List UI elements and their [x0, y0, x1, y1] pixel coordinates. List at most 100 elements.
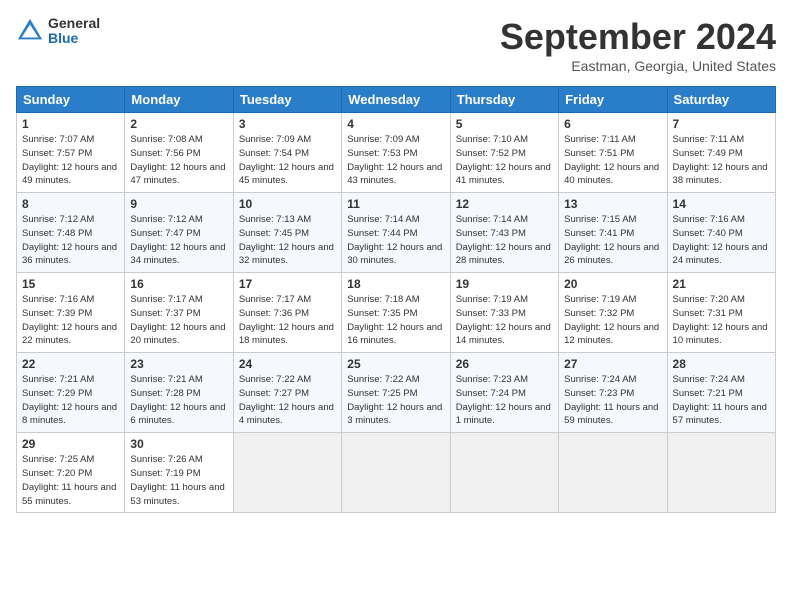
day-number: 25 — [347, 357, 444, 371]
table-row: 4 Sunrise: 7:09 AMSunset: 7:53 PMDaylight… — [342, 113, 450, 193]
table-row: 8 Sunrise: 7:12 AMSunset: 7:48 PMDaylight… — [17, 193, 125, 273]
day-number: 26 — [456, 357, 553, 371]
cell-content: Sunrise: 7:19 AMSunset: 7:33 PMDaylight:… — [456, 293, 553, 348]
day-number: 10 — [239, 197, 336, 211]
table-row: 29 Sunrise: 7:25 AMSunset: 7:20 PMDayligh… — [17, 433, 125, 513]
table-row: 22 Sunrise: 7:21 AMSunset: 7:29 PMDayligh… — [17, 353, 125, 433]
table-row: 13 Sunrise: 7:15 AMSunset: 7:41 PMDayligh… — [559, 193, 667, 273]
table-row — [450, 433, 558, 513]
cell-content: Sunrise: 7:24 AMSunset: 7:23 PMDaylight:… — [564, 373, 661, 428]
logo-blue-text: Blue — [48, 31, 100, 46]
table-row: 12 Sunrise: 7:14 AMSunset: 7:43 PMDayligh… — [450, 193, 558, 273]
calendar-header-row: Sunday Monday Tuesday Wednesday Thursday… — [17, 87, 776, 113]
logo-icon — [16, 17, 44, 45]
col-wednesday: Wednesday — [342, 87, 450, 113]
col-thursday: Thursday — [450, 87, 558, 113]
table-row: 28 Sunrise: 7:24 AMSunset: 7:21 PMDayligh… — [667, 353, 775, 433]
table-row: 7Sunrise: 7:11 AMSunset: 7:49 PMDaylight… — [667, 113, 775, 193]
day-number: 16 — [130, 277, 227, 291]
calendar-week-row: 29 Sunrise: 7:25 AMSunset: 7:20 PMDayligh… — [17, 433, 776, 513]
cell-content: Sunrise: 7:17 AMSunset: 7:37 PMDaylight:… — [130, 293, 227, 348]
location: Eastman, Georgia, United States — [500, 58, 776, 74]
col-saturday: Saturday — [667, 87, 775, 113]
cell-content: Sunrise: 7:11 AMSunset: 7:49 PMDaylight:… — [673, 133, 770, 188]
day-number: 4 — [347, 117, 444, 131]
day-number: 14 — [673, 197, 770, 211]
cell-content: Sunrise: 7:11 AMSunset: 7:51 PMDaylight:… — [564, 133, 661, 188]
day-number: 19 — [456, 277, 553, 291]
table-row: 26 Sunrise: 7:23 AMSunset: 7:24 PMDayligh… — [450, 353, 558, 433]
day-number: 12 — [456, 197, 553, 211]
logo: General Blue — [16, 16, 100, 47]
table-row: 30 Sunrise: 7:26 AMSunset: 7:19 PMDayligh… — [125, 433, 233, 513]
cell-content: Sunrise: 7:09 AMSunset: 7:53 PMDaylight:… — [347, 133, 444, 188]
calendar-table: Sunday Monday Tuesday Wednesday Thursday… — [16, 86, 776, 513]
day-number: 9 — [130, 197, 227, 211]
calendar-week-row: 15 Sunrise: 7:16 AMSunset: 7:39 PMDayligh… — [17, 273, 776, 353]
month-title: September 2024 — [500, 16, 776, 58]
table-row — [233, 433, 341, 513]
table-row: 23Sunrise: 7:21 AMSunset: 7:28 PMDayligh… — [125, 353, 233, 433]
table-row: 24Sunrise: 7:22 AMSunset: 7:27 PMDayligh… — [233, 353, 341, 433]
cell-content: Sunrise: 7:15 AMSunset: 7:41 PMDaylight:… — [564, 213, 661, 268]
cell-content: Sunrise: 7:26 AMSunset: 7:19 PMDaylight:… — [130, 453, 227, 508]
col-monday: Monday — [125, 87, 233, 113]
page-header: General Blue September 2024 Eastman, Geo… — [16, 16, 776, 74]
cell-content: Sunrise: 7:19 AMSunset: 7:32 PMDaylight:… — [564, 293, 661, 348]
day-number: 8 — [22, 197, 119, 211]
day-number: 20 — [564, 277, 661, 291]
day-number: 15 — [22, 277, 119, 291]
cell-content: Sunrise: 7:12 AMSunset: 7:48 PMDaylight:… — [22, 213, 119, 268]
cell-content: Sunrise: 7:10 AMSunset: 7:52 PMDaylight:… — [456, 133, 553, 188]
cell-content: Sunrise: 7:23 AMSunset: 7:24 PMDaylight:… — [456, 373, 553, 428]
col-sunday: Sunday — [17, 87, 125, 113]
table-row: 16 Sunrise: 7:17 AMSunset: 7:37 PMDayligh… — [125, 273, 233, 353]
cell-content: Sunrise: 7:07 AMSunset: 7:57 PMDaylight:… — [22, 133, 119, 188]
table-row: 10 Sunrise: 7:13 AMSunset: 7:45 PMDayligh… — [233, 193, 341, 273]
table-row: 20 Sunrise: 7:19 AMSunset: 7:32 PMDayligh… — [559, 273, 667, 353]
table-row: 18Sunrise: 7:18 AMSunset: 7:35 PMDayligh… — [342, 273, 450, 353]
day-number: 2 — [130, 117, 227, 131]
logo-general: General — [48, 16, 100, 31]
day-number: 30 — [130, 437, 227, 451]
day-number: 6 — [564, 117, 661, 131]
day-number: 28 — [673, 357, 770, 371]
cell-content: Sunrise: 7:21 AMSunset: 7:29 PMDaylight:… — [22, 373, 119, 428]
day-number: 22 — [22, 357, 119, 371]
cell-content: Sunrise: 7:08 AMSunset: 7:56 PMDaylight:… — [130, 133, 227, 188]
cell-content: Sunrise: 7:13 AMSunset: 7:45 PMDaylight:… — [239, 213, 336, 268]
day-number: 27 — [564, 357, 661, 371]
calendar-week-row: 1 Sunrise: 7:07 AMSunset: 7:57 PMDaylight… — [17, 113, 776, 193]
table-row: 19 Sunrise: 7:19 AMSunset: 7:33 PMDayligh… — [450, 273, 558, 353]
day-number: 11 — [347, 197, 444, 211]
day-number: 29 — [22, 437, 119, 451]
table-row — [559, 433, 667, 513]
table-row: 9Sunrise: 7:12 AMSunset: 7:47 PMDaylight… — [125, 193, 233, 273]
table-row: 27 Sunrise: 7:24 AMSunset: 7:23 PMDayligh… — [559, 353, 667, 433]
col-tuesday: Tuesday — [233, 87, 341, 113]
cell-content: Sunrise: 7:09 AMSunset: 7:54 PMDaylight:… — [239, 133, 336, 188]
cell-content: Sunrise: 7:25 AMSunset: 7:20 PMDaylight:… — [22, 453, 119, 508]
table-row: 15 Sunrise: 7:16 AMSunset: 7:39 PMDayligh… — [17, 273, 125, 353]
day-number: 23 — [130, 357, 227, 371]
col-friday: Friday — [559, 87, 667, 113]
day-number: 5 — [456, 117, 553, 131]
table-row: 3 Sunrise: 7:09 AMSunset: 7:54 PMDaylight… — [233, 113, 341, 193]
day-number: 3 — [239, 117, 336, 131]
logo-text: General Blue — [48, 16, 100, 47]
day-number: 13 — [564, 197, 661, 211]
day-number: 18 — [347, 277, 444, 291]
cell-content: Sunrise: 7:16 AMSunset: 7:39 PMDaylight:… — [22, 293, 119, 348]
day-number: 1 — [22, 117, 119, 131]
table-row — [342, 433, 450, 513]
table-row: 5 Sunrise: 7:10 AMSunset: 7:52 PMDaylight… — [450, 113, 558, 193]
cell-content: Sunrise: 7:14 AMSunset: 7:43 PMDaylight:… — [456, 213, 553, 268]
table-row — [667, 433, 775, 513]
calendar-week-row: 22 Sunrise: 7:21 AMSunset: 7:29 PMDayligh… — [17, 353, 776, 433]
table-row: 14 Sunrise: 7:16 AMSunset: 7:40 PMDayligh… — [667, 193, 775, 273]
day-number: 21 — [673, 277, 770, 291]
cell-content: Sunrise: 7:24 AMSunset: 7:21 PMDaylight:… — [673, 373, 770, 428]
cell-content: Sunrise: 7:20 AMSunset: 7:31 PMDaylight:… — [673, 293, 770, 348]
cell-content: Sunrise: 7:14 AMSunset: 7:44 PMDaylight:… — [347, 213, 444, 268]
cell-content: Sunrise: 7:16 AMSunset: 7:40 PMDaylight:… — [673, 213, 770, 268]
